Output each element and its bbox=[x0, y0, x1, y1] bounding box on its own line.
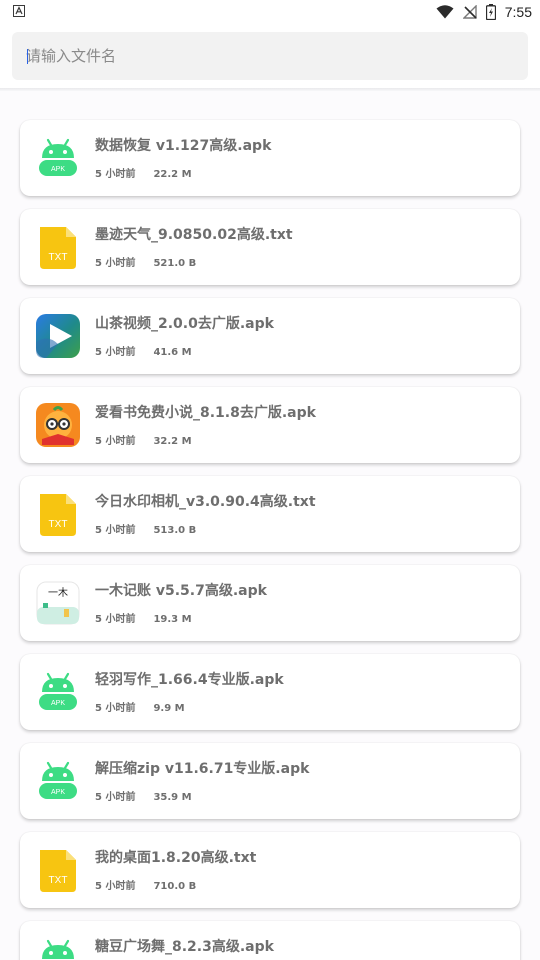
file-time: 5 小时前 bbox=[95, 703, 136, 714]
file-time: 5 小时前 bbox=[95, 436, 136, 447]
file-name: 糖豆广场舞_8.2.3高级.apk bbox=[95, 939, 274, 955]
file-meta: 5 小时前 35.9 M bbox=[95, 788, 192, 803]
file-time: 5 小时前 bbox=[95, 525, 136, 536]
status-bar: 7:55 bbox=[0, 0, 540, 24]
app-notification-icon bbox=[13, 5, 25, 17]
file-meta: 5 小时前 32.2 M bbox=[95, 432, 192, 447]
file-time: 5 小时前 bbox=[95, 258, 136, 269]
file-size: 19.3 M bbox=[153, 614, 192, 625]
file-item[interactable]: APK 解压缩zip v11.6.71专业版.apk 5 小时前 35.9 M bbox=[20, 743, 520, 819]
aikanshu-app-icon bbox=[34, 401, 82, 449]
search-bar bbox=[0, 24, 540, 88]
wifi-icon bbox=[436, 5, 454, 19]
file-time: 5 小时前 bbox=[95, 792, 136, 803]
txt-badge-text: TXT bbox=[49, 519, 68, 530]
file-time: 5 小时前 bbox=[95, 347, 136, 358]
txt-file-icon: TXT bbox=[34, 846, 82, 894]
file-item[interactable]: APK 数据恢复 v1.127高级.apk 5 小时前 22.2 M bbox=[20, 120, 520, 196]
txt-file-icon: TXT bbox=[34, 490, 82, 538]
file-item[interactable]: TXT 墨迹天气_9.0850.02高级.txt 5 小时前 521.0 B bbox=[20, 209, 520, 285]
file-item[interactable]: APK 轻羽写作_1.66.4专业版.apk 5 小时前 9.9 M bbox=[20, 654, 520, 730]
text-cursor bbox=[27, 49, 28, 64]
file-item[interactable]: 山茶视频_2.0.0去广版.apk 5 小时前 41.6 M bbox=[20, 298, 520, 374]
no-signal-icon bbox=[462, 5, 477, 19]
file-name: 今日水印相机_v3.0.90.4高级.txt bbox=[95, 494, 316, 510]
file-size: 22.2 M bbox=[153, 169, 192, 180]
txt-badge-text: TXT bbox=[49, 252, 68, 263]
android-apk-icon: APK bbox=[34, 668, 82, 716]
file-meta: 5 小时前 513.0 B bbox=[95, 521, 196, 536]
file-time: 5 小时前 bbox=[95, 169, 136, 180]
yimu-badge-text: 一木 bbox=[48, 587, 68, 599]
file-meta: 5 小时前 19.3 M bbox=[95, 610, 192, 625]
file-item[interactable]: TXT 我的桌面1.8.20高级.txt 5 小时前 710.0 B bbox=[20, 832, 520, 908]
file-size: 41.6 M bbox=[153, 347, 192, 358]
file-name: 解压缩zip v11.6.71专业版.apk bbox=[95, 761, 310, 777]
file-size: 35.9 M bbox=[153, 792, 192, 803]
apk-badge-text: APK bbox=[51, 166, 65, 173]
file-name: 爱看书免费小说_8.1.8去广版.apk bbox=[95, 405, 316, 421]
file-meta: 5 小时前 41.6 M bbox=[95, 343, 192, 358]
file-name: 山茶视频_2.0.0去广版.apk bbox=[95, 316, 274, 332]
file-item[interactable]: APK 糖豆广场舞_8.2.3高级.apk bbox=[20, 921, 520, 960]
file-item[interactable]: 爱看书免费小说_8.1.8去广版.apk 5 小时前 32.2 M bbox=[20, 387, 520, 463]
file-name: 一木记账 v5.5.7高级.apk bbox=[95, 583, 267, 599]
txt-file-icon: TXT bbox=[34, 223, 82, 271]
txt-badge-text: TXT bbox=[49, 875, 68, 886]
file-list[interactable]: APK 数据恢复 v1.127高级.apk 5 小时前 22.2 M TXT 墨迹天… bbox=[0, 91, 540, 960]
file-name: 数据恢复 v1.127高级.apk bbox=[95, 138, 272, 154]
yimu-app-icon: 一木 bbox=[34, 579, 82, 627]
shancha-video-app-icon bbox=[34, 312, 82, 360]
file-name: 我的桌面1.8.20高级.txt bbox=[95, 850, 257, 866]
file-name: 轻羽写作_1.66.4专业版.apk bbox=[95, 672, 284, 688]
file-time: 5 小时前 bbox=[95, 614, 136, 625]
search-input[interactable] bbox=[12, 32, 528, 80]
file-size: 710.0 B bbox=[153, 881, 197, 892]
android-apk-icon: APK bbox=[34, 134, 82, 182]
android-apk-icon: APK bbox=[34, 935, 82, 960]
apk-badge-text: APK bbox=[51, 700, 65, 707]
file-size: 521.0 B bbox=[153, 258, 197, 269]
file-size: 513.0 B bbox=[153, 525, 197, 536]
file-name: 墨迹天气_9.0850.02高级.txt bbox=[95, 227, 293, 243]
android-apk-icon: APK bbox=[34, 757, 82, 805]
file-meta: 5 小时前 9.9 M bbox=[95, 699, 185, 714]
file-meta: 5 小时前 710.0 B bbox=[95, 877, 196, 892]
file-size: 9.9 M bbox=[153, 703, 185, 714]
file-meta: 5 小时前 22.2 M bbox=[95, 165, 192, 180]
apk-badge-text: APK bbox=[51, 789, 65, 796]
clock: 7:55 bbox=[504, 4, 532, 20]
file-meta: 5 小时前 521.0 B bbox=[95, 254, 196, 269]
file-item[interactable]: TXT 今日水印相机_v3.0.90.4高级.txt 5 小时前 513.0 B bbox=[20, 476, 520, 552]
battery-charging-icon bbox=[485, 4, 496, 20]
file-size: 32.2 M bbox=[153, 436, 192, 447]
file-item[interactable]: 一木 一木记账 v5.5.7高级.apk 5 小时前 19.3 M bbox=[20, 565, 520, 641]
file-time: 5 小时前 bbox=[95, 881, 136, 892]
